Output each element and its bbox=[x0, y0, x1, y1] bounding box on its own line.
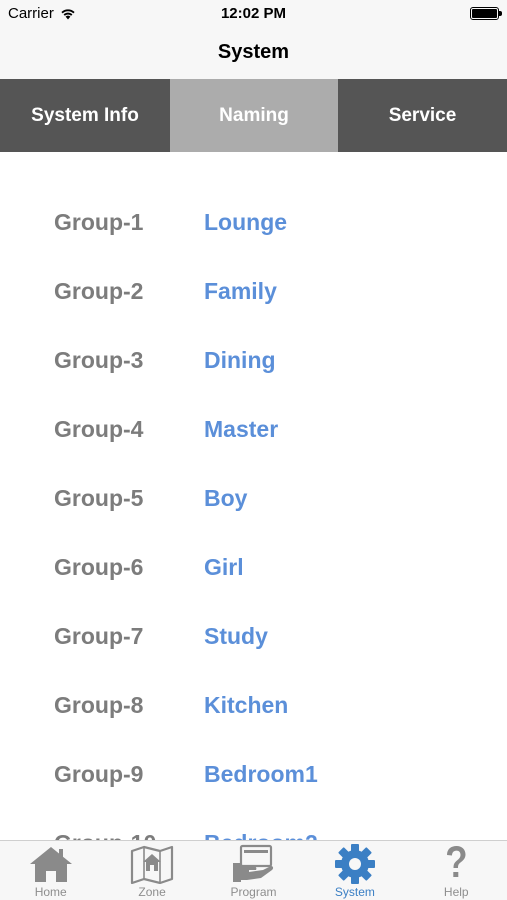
group-name-field[interactable]: Master bbox=[204, 416, 278, 443]
status-time: 12:02 PM bbox=[220, 5, 287, 22]
list-item: Group-6 Girl bbox=[0, 554, 507, 594]
group-name-field[interactable]: Boy bbox=[204, 485, 247, 512]
group-name-field[interactable]: Bedroom2 bbox=[204, 830, 318, 840]
tab-home[interactable]: Home bbox=[0, 841, 101, 900]
question-icon bbox=[447, 846, 466, 877]
tab-system[interactable]: System bbox=[304, 841, 405, 900]
tab-system-info[interactable]: System Info bbox=[0, 79, 170, 152]
segmented-control: System Info Naming Service bbox=[0, 79, 507, 152]
list-item: Group-5 Boy bbox=[0, 485, 507, 525]
list-item: Group-1 Lounge bbox=[0, 209, 507, 249]
list-item: Group-8 Kitchen bbox=[0, 692, 507, 732]
zone-map-icon bbox=[130, 845, 174, 884]
list-item: Group-10 Bedroom2 bbox=[0, 830, 507, 840]
group-name-field[interactable]: Girl bbox=[204, 554, 244, 581]
gear-icon bbox=[334, 844, 375, 884]
list-item: Group-7 Study bbox=[0, 623, 507, 663]
status-bar: Carrier 12:02 PM bbox=[0, 0, 507, 28]
group-label: Group-3 bbox=[54, 347, 144, 373]
list-item: Group-3 Dining bbox=[0, 347, 507, 387]
home-icon bbox=[29, 847, 72, 882]
group-label: Group-2 bbox=[54, 278, 144, 304]
program-icon bbox=[233, 844, 274, 882]
navigation-bar: System bbox=[0, 28, 507, 79]
tab-service[interactable]: Service bbox=[338, 79, 507, 152]
group-naming-list[interactable]: Group-1 Lounge Group-2 Family Group-3 Di… bbox=[0, 152, 507, 840]
group-name-field[interactable]: Dining bbox=[204, 347, 276, 374]
group-name-field[interactable]: Lounge bbox=[204, 209, 287, 236]
tab-system-label: System bbox=[334, 885, 375, 899]
group-label: Group-1 bbox=[54, 209, 144, 235]
tab-program[interactable]: Program bbox=[203, 841, 304, 900]
battery-icon bbox=[470, 7, 502, 20]
group-label: Group-7 bbox=[54, 623, 144, 649]
group-name-field[interactable]: Family bbox=[204, 278, 277, 305]
group-label: Group-10 bbox=[54, 830, 156, 840]
tab-help[interactable]: Help bbox=[406, 841, 507, 900]
group-label: Group-4 bbox=[54, 416, 144, 442]
page-title: System bbox=[217, 41, 290, 63]
list-item: Group-2 Family bbox=[0, 278, 507, 318]
group-name-field[interactable]: Study bbox=[204, 623, 268, 650]
group-label: Group-8 bbox=[54, 692, 144, 718]
group-label: Group-9 bbox=[54, 761, 144, 787]
tab-program-label: Program bbox=[230, 885, 277, 899]
tab-help-label: Help bbox=[443, 885, 469, 899]
tab-zone[interactable]: Zone bbox=[101, 841, 202, 900]
tab-zone-label: Zone bbox=[138, 885, 166, 899]
group-label: Group-6 bbox=[54, 554, 144, 580]
group-name-field[interactable]: Bedroom1 bbox=[204, 761, 318, 788]
group-name-field[interactable]: Kitchen bbox=[204, 692, 288, 719]
tab-home-label: Home bbox=[34, 885, 67, 899]
list-item: Group-4 Master bbox=[0, 416, 507, 456]
tab-naming[interactable]: Naming bbox=[170, 79, 338, 152]
group-label: Group-5 bbox=[54, 485, 144, 511]
list-item: Group-9 Bedroom1 bbox=[0, 761, 507, 801]
bottom-tab-bar: Home Zone Program System Help bbox=[0, 840, 507, 900]
